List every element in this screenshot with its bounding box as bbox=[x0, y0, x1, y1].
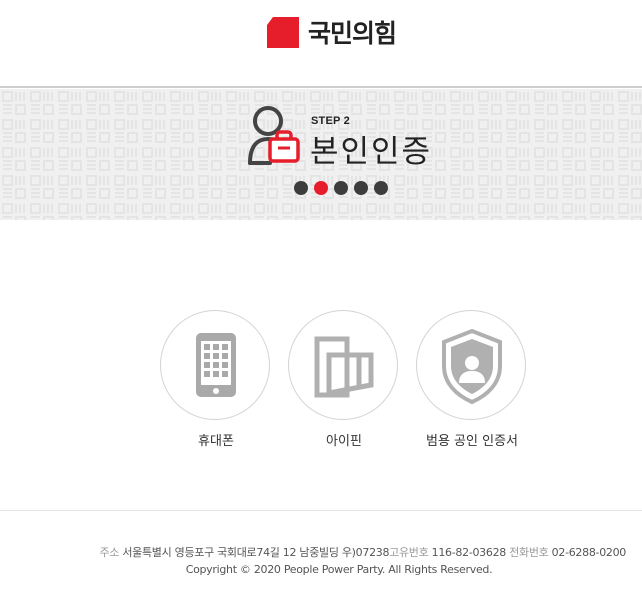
phone-number: 02-6288-0200 bbox=[551, 546, 627, 559]
mobile-phone-icon bbox=[196, 333, 236, 397]
copyright-text: Copyright © 2020 People Power Party. All… bbox=[185, 563, 493, 576]
footer-address: 주소 서울특별시 영등포구 국회대로74길 12 남중빌딩 우)07238고유번… bbox=[99, 544, 626, 560]
step-dot-5 bbox=[374, 181, 388, 195]
auth-option-certificate[interactable]: 범용 공인 인증서 bbox=[416, 310, 528, 449]
auth-option-mobile[interactable]: 휴대폰 bbox=[160, 310, 272, 449]
address-text: 서울특별시 영등포구 국회대로74길 12 남중빌딩 우)07238 bbox=[122, 546, 390, 559]
mobile-option-circle[interactable] bbox=[160, 310, 270, 420]
step-dot-3 bbox=[334, 181, 348, 195]
step-dot-4 bbox=[354, 181, 368, 195]
site-header: 국민의힘 bbox=[0, 0, 642, 88]
certificate-shield-icon bbox=[442, 328, 502, 405]
logo-mark-icon bbox=[267, 17, 299, 48]
reg-number-label: 고유번호 bbox=[389, 546, 429, 559]
reg-number: 116-82-03628 bbox=[431, 546, 507, 559]
phone-label: 전화번호 bbox=[509, 546, 549, 559]
step-dot-2-active bbox=[314, 181, 328, 195]
page-title: 본인인증 bbox=[310, 134, 433, 170]
party-logo[interactable]: 국민의힘 bbox=[264, 14, 397, 50]
logo-text: 국민의힘 bbox=[308, 19, 397, 48]
certificate-option-circle[interactable] bbox=[416, 310, 526, 420]
step-dot-1 bbox=[294, 181, 308, 195]
ipin-icon bbox=[314, 336, 374, 398]
mobile-option-label[interactable]: 휴대폰 bbox=[160, 430, 272, 449]
auth-method-options: 휴대폰 아이핀 범용 공인 인증서 bbox=[160, 310, 530, 450]
user-verification-icon bbox=[248, 106, 300, 165]
ipin-option-circle[interactable] bbox=[288, 310, 398, 420]
footer-divider bbox=[0, 510, 642, 511]
ipin-option-label[interactable]: 아이핀 bbox=[288, 430, 400, 449]
auth-option-ipin[interactable]: 아이핀 bbox=[288, 310, 400, 449]
certificate-option-label[interactable]: 범용 공인 인증서 bbox=[416, 430, 528, 449]
step-progress-dots bbox=[294, 181, 394, 195]
address-label: 주소 bbox=[99, 546, 120, 559]
